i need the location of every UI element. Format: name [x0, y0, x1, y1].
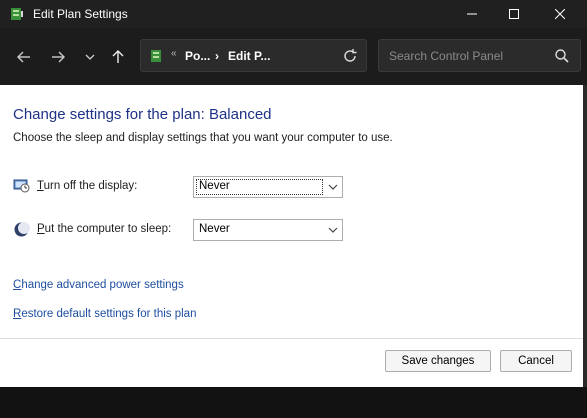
- search-input[interactable]: Search Control Panel: [378, 39, 581, 72]
- display-timeout-label: Turn off the display:: [37, 180, 137, 192]
- back-button[interactable]: [12, 45, 36, 69]
- sleep-timeout-select[interactable]: Never: [193, 219, 343, 241]
- close-icon: [555, 9, 565, 19]
- search-placeholder: Search Control Panel: [389, 49, 504, 63]
- cancel-button[interactable]: Cancel: [500, 350, 572, 372]
- sleep-label-text: ut the computer to sleep:: [44, 223, 172, 235]
- title-bar: Edit Plan Settings: [0, 0, 587, 28]
- save-changes-button[interactable]: Save changes: [385, 350, 491, 372]
- plan-settings-panel: Change settings for the plan: Balanced C…: [0, 85, 583, 338]
- display-timeout-icon: [13, 179, 30, 193]
- restore-link-text: estore default settings for this plan: [21, 308, 197, 320]
- search-icon[interactable]: [554, 48, 570, 64]
- sleep-timeout-value: Never: [199, 223, 230, 235]
- arrow-left-icon: [17, 51, 30, 63]
- address-bar[interactable]: « Po... › Edit P...: [140, 39, 367, 72]
- display-label-accesskey: T: [37, 180, 44, 192]
- breadcrumb-separator: ›: [215, 49, 219, 63]
- sleep-moon-icon: [14, 222, 30, 237]
- display-label-text: urn off the display:: [43, 180, 138, 192]
- desktop-background: [0, 387, 587, 418]
- sleep-label-accesskey: P: [37, 223, 45, 235]
- page-title: Change settings for the plan: Balanced: [13, 106, 272, 123]
- power-options-icon: [151, 50, 161, 62]
- display-timeout-select[interactable]: Never: [193, 176, 343, 198]
- minimize-button[interactable]: [449, 0, 495, 28]
- window-border: [583, 85, 587, 387]
- address-overflow[interactable]: «: [171, 48, 177, 59]
- chevron-down-icon: [328, 184, 338, 190]
- page-description: Choose the sleep and display settings th…: [13, 132, 393, 144]
- recent-locations-button[interactable]: [78, 45, 102, 69]
- refresh-icon[interactable]: [341, 47, 359, 65]
- up-button[interactable]: [106, 45, 130, 69]
- arrow-up-icon: [112, 50, 124, 63]
- minimize-icon: [467, 13, 477, 15]
- breadcrumb-edit-plan[interactable]: Edit P...: [228, 49, 270, 63]
- sleep-timeout-label: Put the computer to sleep:: [37, 223, 171, 235]
- advanced-power-settings-link[interactable]: Change advanced power settings: [13, 279, 184, 291]
- display-timeout-value: Never: [199, 180, 230, 192]
- power-options-icon: [11, 8, 23, 20]
- dialog-footer: Save changes Cancel: [0, 338, 583, 387]
- maximize-button[interactable]: [491, 0, 537, 28]
- close-button[interactable]: [537, 0, 583, 28]
- navigation-bar: « Po... › Edit P... Search Control Panel: [0, 28, 587, 85]
- chevron-down-icon: [85, 54, 95, 60]
- window-title: Edit Plan Settings: [33, 7, 128, 21]
- restore-defaults-link[interactable]: Restore default settings for this plan: [13, 308, 196, 320]
- forward-button[interactable]: [46, 45, 70, 69]
- arrow-right-icon: [52, 51, 65, 63]
- breadcrumb-power-options[interactable]: Po...: [185, 49, 210, 63]
- maximize-icon: [509, 9, 519, 19]
- chevron-down-icon: [328, 227, 338, 233]
- advanced-link-text: hange advanced power settings: [21, 279, 184, 291]
